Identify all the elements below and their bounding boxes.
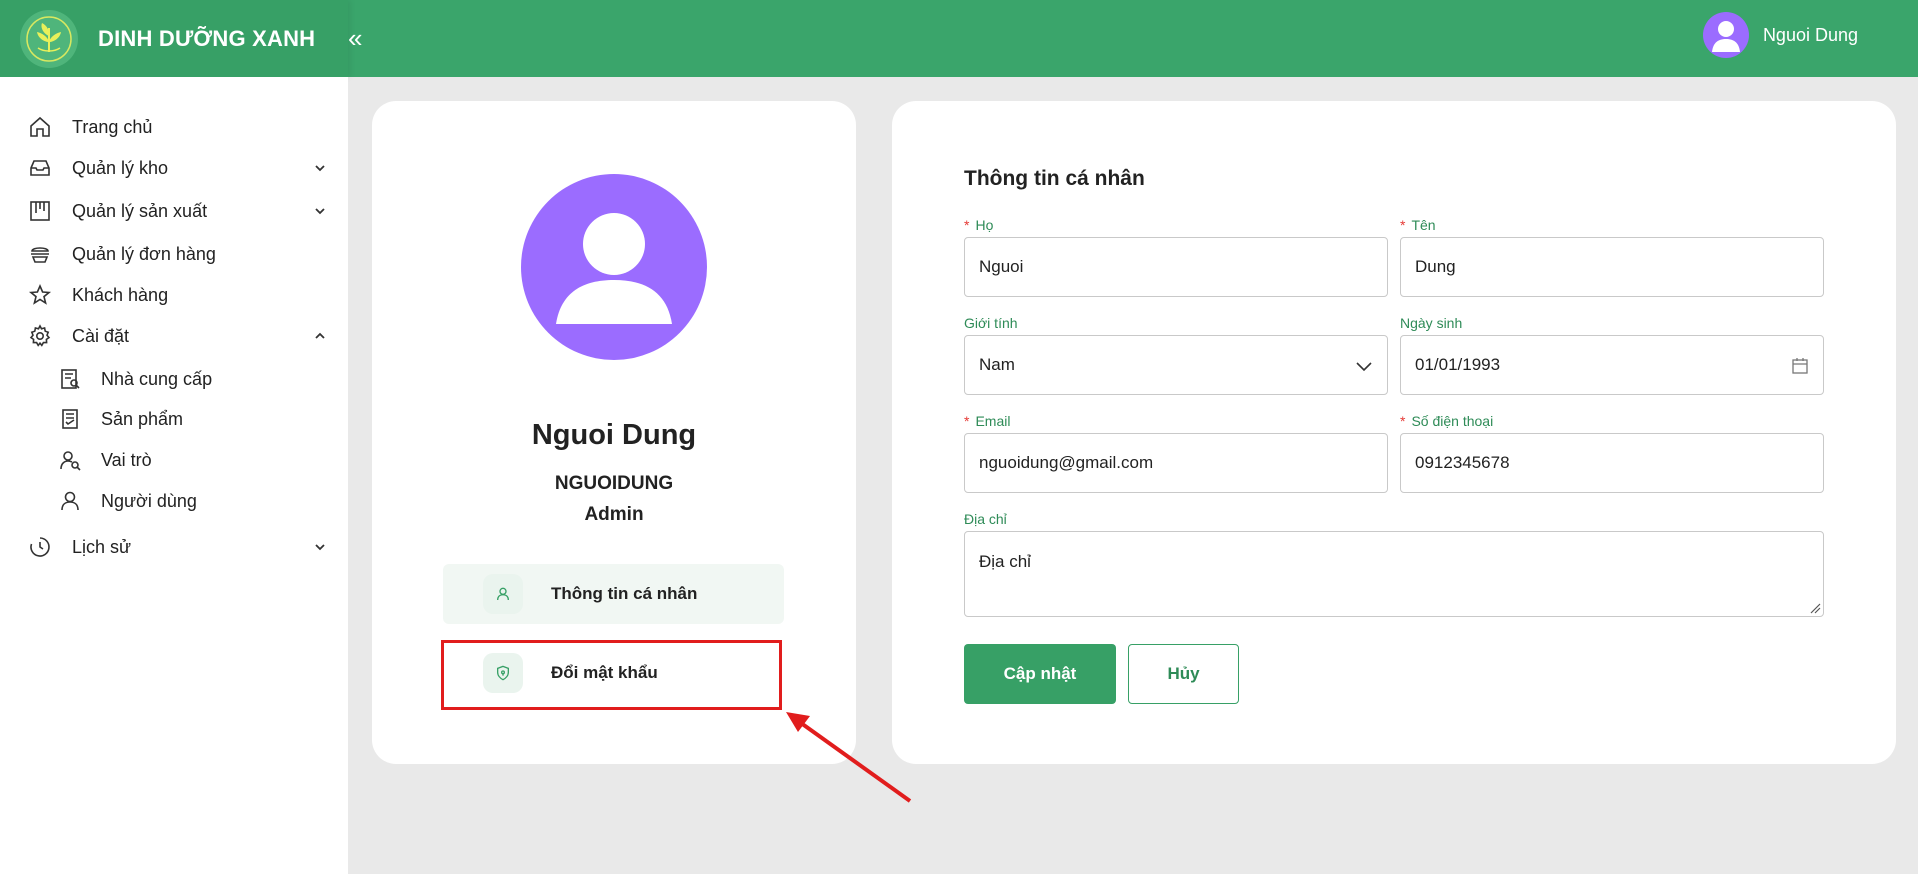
header-user-name: Nguoi Dung [1762,24,1858,45]
personal-info-button[interactable]: Thông tin cá nhân [443,564,784,624]
chevron-down-icon [315,165,325,172]
sidebar-item-history[interactable]: Lịch sử [0,527,348,567]
sidebar-item-orders[interactable]: Quản lý đơn hàng [0,234,348,274]
phone-field[interactable]: 0912345678 [1400,433,1824,493]
sidebar-item-label: Người dùng [101,490,197,511]
sidebar-item-label: Trang chủ [72,116,153,137]
update-button[interactable]: Cập nhật [964,644,1116,704]
profile-avatar [521,174,707,360]
product-icon [62,409,78,429]
sidebar-item-label: Sản phẩm [101,408,184,429]
sidebar-item-label: Quản lý sản xuất [72,200,208,221]
history-icon [30,537,50,557]
calendar-icon[interactable] [1791,357,1809,375]
user-menu[interactable]: Nguoi Dung [1702,12,1858,58]
sidebar-item-customers[interactable]: Khách hàng [0,275,348,315]
resize-handle-icon[interactable] [1809,602,1821,614]
brand-name: DINH DƯỠNG XANH [98,25,316,51]
sidebar-item-warehouse[interactable]: Quản lý kho [0,148,348,188]
form-title: Thông tin cá nhân [964,167,1145,190]
brand[interactable]: DINH DƯỠNG XANH [0,0,348,77]
home-icon [30,116,50,137]
sidebar-item-label: Khách hàng [72,284,169,305]
sidebar-item-label: Quản lý kho [72,157,169,178]
role-icon [60,451,81,471]
gender-select[interactable]: Nam [964,335,1388,395]
first-name-field[interactable]: Dung [1400,237,1824,297]
sidebar-item-products[interactable]: Sản phẩm [0,399,348,439]
email-label: * Email [964,413,1011,429]
collapse-sidebar-button[interactable]: « [348,20,368,56]
top-header: DINH DƯỠNG XANH « Nguoi Dung [0,0,1918,77]
address-label: Địa chỉ [964,511,1007,527]
sidebar: Trang chủ Quản lý kho Quản lý sản xuất Q… [0,77,348,874]
phone-label: * Số điện thoại [1400,413,1494,429]
gender-value: Nam [979,355,1015,374]
avatar [1702,12,1749,58]
user-icon [483,574,523,614]
cancel-button[interactable]: Hủy [1128,644,1239,704]
dob-field[interactable]: 01/01/1993 [1400,335,1824,395]
leaf-logo-icon [20,9,78,68]
chevron-up-icon [315,332,325,339]
sidebar-item-label: Quản lý đơn hàng [72,243,216,264]
last-name-field[interactable]: Nguoi [964,237,1388,297]
sidebar-item-label: Cài đặt [72,325,130,346]
profile-name: Nguoi Dung [531,419,697,451]
profile-username: NGUOIDUNG [554,473,674,494]
annotation-highlight-box [441,640,782,710]
dob-value: 01/01/1993 [1415,355,1501,374]
sidebar-item-label: Lịch sử [72,536,132,557]
email-field[interactable]: nguoidung@gmail.com [964,433,1388,493]
sidebar-item-label: Nhà cung cấp [101,368,213,389]
menu-label: Thông tin cá nhân [551,584,698,603]
board-icon [30,201,50,221]
order-icon [31,247,49,263]
gender-label: Giới tính [964,315,1018,331]
profile-role: Admin [584,504,644,525]
address-textarea[interactable]: Địa chỉ [964,531,1824,617]
dob-label: Ngày sinh [1400,315,1463,331]
chevron-down-icon [1356,362,1372,372]
user-icon [61,491,79,511]
sidebar-item-roles[interactable]: Vai trò [0,440,348,480]
gear-icon [29,324,51,347]
sidebar-item-home[interactable]: Trang chủ [0,107,348,147]
inbox-icon [30,160,50,176]
sidebar-item-production[interactable]: Quản lý sản xuất [0,191,348,231]
star-icon [28,283,52,305]
sidebar-item-settings[interactable]: Cài đặt [0,316,348,356]
supplier-icon [61,369,80,389]
sidebar-item-suppliers[interactable]: Nhà cung cấp [0,359,348,399]
first-name-label: * Tên [1400,217,1436,233]
address-placeholder: Địa chỉ [979,552,1031,571]
sidebar-item-label: Vai trò [101,449,152,470]
last-name-label: * Họ [964,217,994,233]
personal-info-form: Thông tin cá nhân * Họ Nguoi * Tên Dung Gi… [892,101,1896,764]
chevron-down-icon [315,544,325,551]
sidebar-item-users[interactable]: Người dùng [0,481,348,521]
chevron-down-icon [315,208,325,215]
